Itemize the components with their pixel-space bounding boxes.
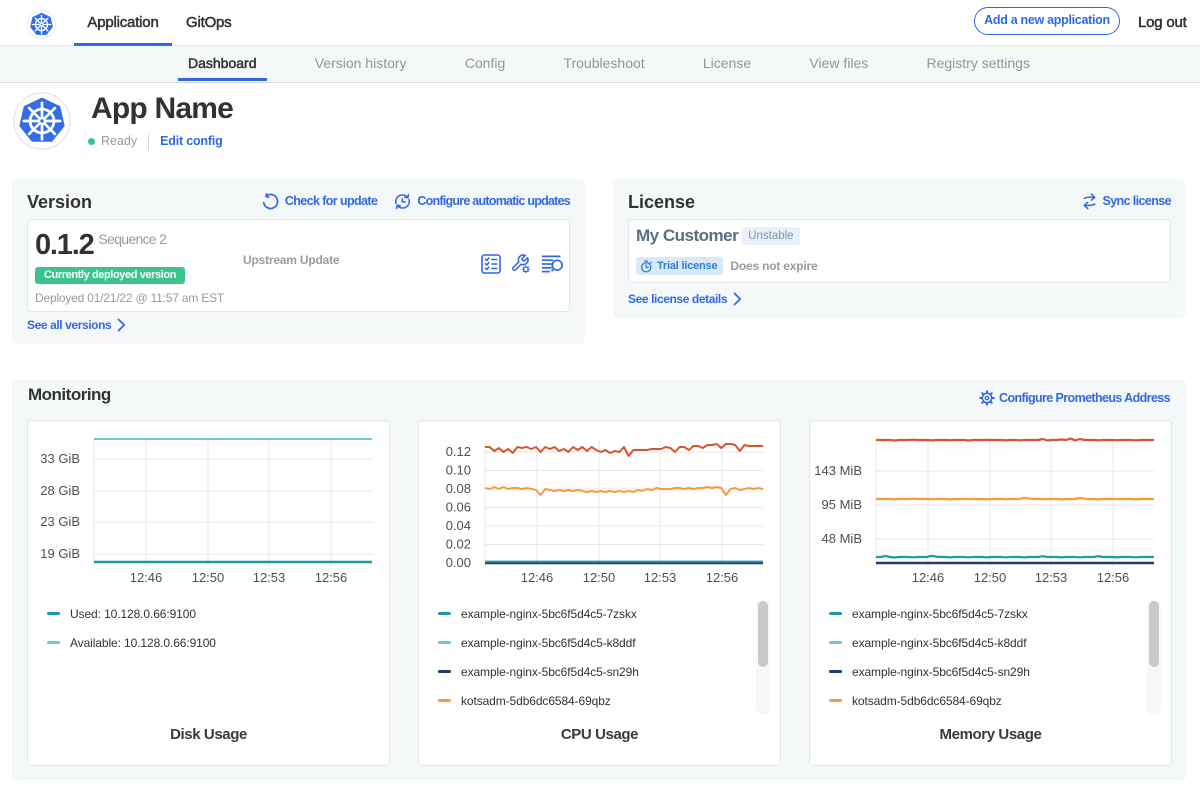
svg-text:12:53: 12:53: [1035, 570, 1068, 585]
svg-text:19 GiB: 19 GiB: [40, 546, 80, 561]
svg-text:0.00: 0.00: [446, 555, 471, 570]
svg-text:0.12: 0.12: [446, 444, 471, 459]
svg-text:23 GiB: 23 GiB: [40, 514, 80, 529]
svg-text:48 MiB: 48 MiB: [822, 531, 862, 546]
svg-text:0.10: 0.10: [446, 463, 471, 478]
svg-text:0.08: 0.08: [446, 481, 471, 496]
svg-text:12:46: 12:46: [130, 570, 163, 585]
svg-text:143 MiB: 143 MiB: [814, 463, 862, 478]
svg-text:33 GiB: 33 GiB: [40, 451, 80, 466]
svg-text:12:53: 12:53: [644, 570, 677, 585]
svg-text:12:50: 12:50: [192, 570, 225, 585]
svg-text:12:56: 12:56: [315, 570, 348, 585]
svg-text:0.06: 0.06: [446, 500, 471, 515]
svg-text:12:56: 12:56: [706, 570, 739, 585]
svg-text:0.04: 0.04: [446, 518, 471, 533]
svg-text:12:56: 12:56: [1097, 570, 1130, 585]
svg-text:0.02: 0.02: [446, 537, 471, 552]
svg-text:28 GiB: 28 GiB: [40, 483, 80, 498]
svg-text:12:50: 12:50: [583, 570, 616, 585]
svg-text:12:50: 12:50: [974, 570, 1007, 585]
svg-text:12:53: 12:53: [253, 570, 286, 585]
svg-text:12:46: 12:46: [521, 570, 554, 585]
svg-text:12:46: 12:46: [912, 570, 945, 585]
svg-text:95 MiB: 95 MiB: [822, 497, 862, 512]
